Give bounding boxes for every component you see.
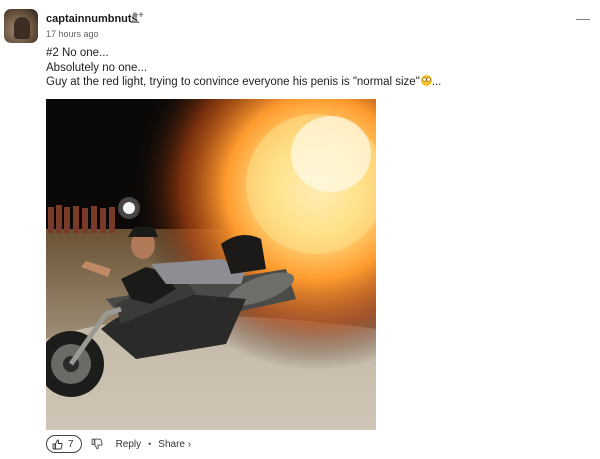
avatar[interactable] [4, 9, 38, 43]
username[interactable]: captainnumbnuts [46, 13, 138, 25]
comment-line-2: Absolutely no one... [46, 61, 148, 74]
comment-line-3-suffix: ... [431, 76, 442, 88]
comment-line-3: Guy at the red light, trying to convince… [46, 75, 441, 90]
avatar-figure [14, 17, 30, 39]
post-image[interactable] [46, 99, 376, 430]
reply-button[interactable]: Reply [116, 439, 142, 450]
flushed-face-emoji [420, 75, 432, 86]
thumbs-down-icon[interactable] [91, 438, 103, 450]
comment-actions: 7 Reply • Share › [46, 435, 191, 453]
comment-body: #2 No one... Absolutely no one... Guy at… [46, 46, 441, 90]
timestamp: 17 hours ago [46, 29, 99, 39]
like-count: 7 [68, 438, 74, 450]
separator-dot: • [148, 439, 152, 449]
thumbs-up-icon [52, 439, 63, 449]
share-button[interactable]: Share › [158, 439, 191, 450]
comment-line-3-text: Guy at the red light, trying to convince… [46, 76, 420, 88]
like-button[interactable]: 7 [46, 435, 82, 453]
add-user-icon[interactable] [130, 11, 144, 24]
comment-line-1: #2 No one... [46, 47, 109, 59]
minus-icon[interactable]: — [576, 10, 590, 26]
